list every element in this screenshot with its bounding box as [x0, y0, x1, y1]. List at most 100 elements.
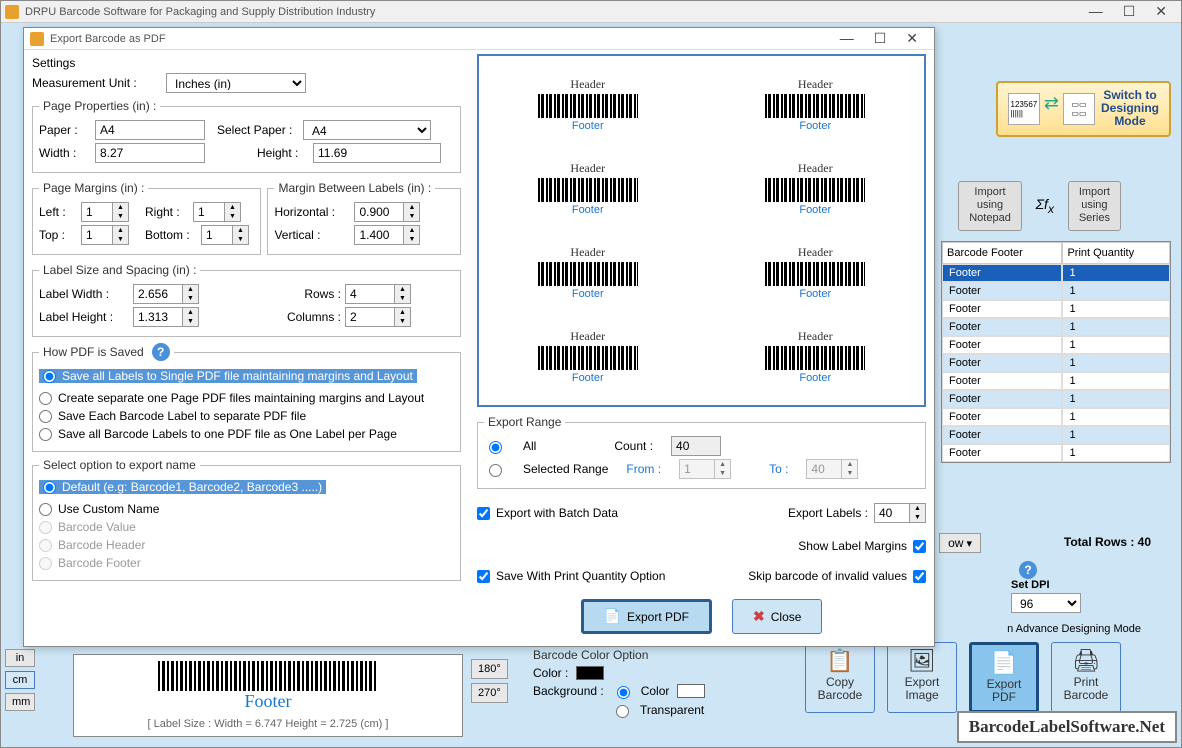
width-input[interactable] [95, 143, 205, 163]
print-barcode-button[interactable]: 🖨Print Barcode [1051, 642, 1121, 713]
paper-label: Paper : [39, 123, 91, 137]
name-opt-custom[interactable]: Use Custom Name [39, 502, 454, 516]
table-row: Footer1 [942, 300, 1170, 318]
table-row: Footer1 [942, 336, 1170, 354]
mode-icon-design: ▭▭▭▭ [1063, 93, 1095, 125]
select-paper-label: Select Paper : [217, 123, 299, 137]
export-labels-spinner[interactable]: ▲▼ [874, 503, 926, 523]
margin-left-spinner[interactable]: ▲▼ [81, 202, 129, 222]
bg-color-radio[interactable] [617, 686, 630, 699]
save-opt-3[interactable]: Save Each Barcode Label to separate PDF … [39, 409, 454, 423]
close-icon: ✖ [753, 608, 765, 625]
dialog-title: Export Barcode as PDF [50, 33, 840, 45]
margin-top-spinner[interactable]: ▲▼ [81, 225, 129, 245]
export-image-button[interactable]: 🖼Export Image [887, 642, 957, 713]
export-name-group: Select option to export name Default (e.… [32, 458, 461, 581]
how-saved-help-icon[interactable]: ? [152, 343, 170, 361]
dialog-minimize-button[interactable]: — [840, 30, 854, 47]
horizontal-spinner[interactable]: ▲▼ [354, 202, 420, 222]
import-notepad-button[interactable]: Import using Notepad [958, 181, 1022, 231]
dpi-select[interactable]: 96 [1011, 593, 1081, 613]
col-footer[interactable]: Barcode Footer [942, 242, 1062, 264]
skip-invalid-checkbox[interactable] [913, 570, 926, 583]
bg-preview-barcode [158, 661, 378, 691]
show-margins-checkbox[interactable] [913, 540, 926, 553]
data-table[interactable]: Barcode FooterPrint Quantity Footer1 Foo… [941, 241, 1171, 463]
paper-input[interactable] [95, 120, 205, 140]
preview-cell: HeaderFooter [717, 66, 915, 142]
switch-arrow-icon: ⇄ [1044, 93, 1059, 125]
export-range-group: Export Range All Count : Selected Range … [477, 415, 926, 489]
export-batch-checkbox[interactable] [477, 507, 490, 520]
unit-in-button[interactable]: in [5, 649, 35, 667]
range-all-radio[interactable] [489, 441, 502, 454]
from-label: From : [626, 462, 661, 476]
col-qty[interactable]: Print Quantity [1062, 242, 1170, 264]
pdf-export-icon: 📄 [604, 608, 621, 625]
bg-transparent-radio[interactable] [616, 705, 629, 718]
how-saved-legend: How PDF is Saved? [39, 343, 174, 361]
save-opt-4[interactable]: Save all Barcode Labels to one PDF file … [39, 427, 454, 441]
label-width-spinner[interactable]: ▲▼ [133, 284, 199, 304]
preview-cell: HeaderFooter [489, 319, 687, 395]
height-input[interactable] [313, 143, 441, 163]
switch-mode-button[interactable]: 123567|||||| ⇄ ▭▭▭▭ Switch to Designing … [996, 81, 1171, 137]
count-label: Count : [614, 439, 653, 453]
vertical-spinner[interactable]: ▲▼ [354, 225, 420, 245]
label-height-spinner[interactable]: ▲▼ [133, 307, 199, 327]
copy-icon: 📋 [816, 649, 864, 673]
color-swatch[interactable] [576, 666, 604, 680]
bg-color-swatch[interactable] [677, 684, 705, 698]
page-properties-group: Page Properties (in) : Paper : Select Pa… [32, 99, 461, 173]
table-row: Footer1 [942, 372, 1170, 390]
print-icon: 🖨 [1062, 649, 1110, 673]
preview-cell: HeaderFooter [489, 150, 687, 226]
margin-right-spinner[interactable]: ▲▼ [193, 202, 241, 222]
color-option-legend: Barcode Color Option [533, 648, 721, 662]
close-dialog-button[interactable]: ✖Close [732, 599, 822, 634]
horizontal-label: Horizontal : [274, 205, 350, 219]
save-opt-2[interactable]: Create separate one Page PDF files maint… [39, 391, 454, 405]
row-dropdown[interactable]: ow ▾ [939, 533, 981, 553]
pdf-icon: 📄 [982, 651, 1026, 675]
bg-preview-footer: Footer [80, 691, 456, 712]
margin-bottom-spinner[interactable]: ▲▼ [201, 225, 249, 245]
export-range-legend: Export Range [484, 415, 565, 429]
label-size-legend: Label Size and Spacing (in) : [39, 263, 200, 277]
rotate-270-button[interactable]: 270° [471, 683, 508, 703]
preview-cell: HeaderFooter [717, 150, 915, 226]
select-paper-select[interactable]: A4 [303, 120, 431, 140]
dpi-help-icon[interactable]: ? [1019, 561, 1037, 579]
rotate-180-button[interactable]: 180° [471, 659, 508, 679]
columns-spinner[interactable]: ▲▼ [345, 307, 411, 327]
dialog-maximize-button[interactable]: ☐ [874, 30, 887, 47]
label-size-group: Label Size and Spacing (in) : Label Widt… [32, 263, 461, 337]
preview-panel: HeaderFooter HeaderFooter HeaderFooter H… [477, 54, 926, 407]
table-row: Footer1 [942, 264, 1170, 282]
close-button[interactable]: ✕ [1155, 3, 1167, 20]
set-dpi-label: Set DPI [1011, 579, 1081, 591]
table-row: Footer1 [942, 318, 1170, 336]
range-selected-radio[interactable] [489, 464, 502, 477]
export-pdf-button[interactable]: 📄Export PDF [581, 599, 712, 634]
export-pdf-button-bg[interactable]: 📄Export PDF [969, 642, 1039, 713]
rows-spinner[interactable]: ▲▼ [345, 284, 411, 304]
measurement-unit-select[interactable]: Inches (in) [166, 73, 306, 93]
unit-mm-button[interactable]: mm [5, 693, 35, 711]
copy-barcode-button[interactable]: 📋Copy Barcode [805, 642, 875, 713]
unit-cm-button[interactable]: cm [5, 671, 35, 689]
maximize-button[interactable]: ☐ [1123, 3, 1136, 20]
vertical-label: Vertical : [274, 228, 350, 242]
save-opt-1[interactable]: Save all Labels to Single PDF file maint… [39, 369, 417, 383]
count-input [671, 436, 721, 456]
label-height-label: Label Height : [39, 310, 129, 324]
watermark: BarcodeLabelSoftware.Net [957, 711, 1177, 743]
import-series-button[interactable]: Import using Series [1068, 181, 1121, 231]
dialog-close-button[interactable]: ✕ [906, 30, 918, 47]
main-titlebar: DRPU Barcode Software for Packaging and … [1, 1, 1181, 23]
save-qty-checkbox[interactable] [477, 570, 490, 583]
table-row: Footer1 [942, 444, 1170, 462]
app-icon [5, 5, 19, 19]
minimize-button[interactable]: — [1089, 3, 1103, 20]
name-opt-default[interactable]: Default (e.g: Barcode1, Barcode2, Barcod… [39, 480, 326, 494]
